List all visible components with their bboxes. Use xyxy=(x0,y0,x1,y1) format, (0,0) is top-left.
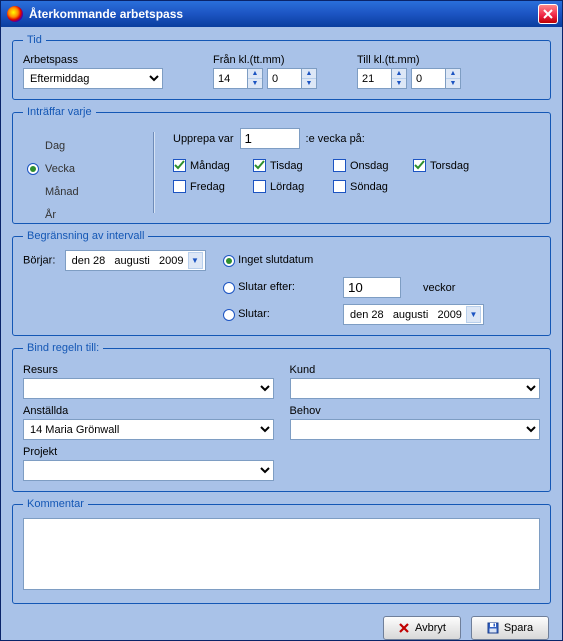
to-min-buttons[interactable]: ▲▼ xyxy=(445,68,461,89)
tab-manad[interactable]: Månad xyxy=(21,180,141,203)
label-end-on: Slutar: xyxy=(238,308,270,320)
radio-end-after[interactable] xyxy=(223,282,235,294)
client-area: Tid Arbetspass Eftermiddag Från kl.(tt.m… xyxy=(2,28,561,639)
window-title: Återkommande arbetspass xyxy=(29,7,538,21)
label-noend: Inget slutdatum xyxy=(238,254,313,266)
checkbox-thu[interactable] xyxy=(413,159,426,172)
legend-bind: Bind regeln till: xyxy=(23,342,103,354)
end-after-input[interactable] xyxy=(343,277,401,298)
label-end-after: Slutar efter: xyxy=(238,281,295,293)
vertical-separator xyxy=(153,132,154,213)
group-range: Begränsning av intervall Börjar: den 28 … xyxy=(12,230,551,336)
from-hour-buttons[interactable]: ▲▼ xyxy=(247,68,263,89)
label-sun: Söndag xyxy=(350,181,388,193)
from-min-spinner[interactable]: ▲▼ xyxy=(267,68,317,89)
label-arbetspass: Arbetspass xyxy=(23,54,193,66)
from-min-buttons[interactable]: ▲▼ xyxy=(301,68,317,89)
cancel-button[interactable]: Avbryt xyxy=(383,616,461,640)
tab-vecka[interactable]: Vecka xyxy=(21,157,141,180)
titlebar: Återkommande arbetspass xyxy=(1,1,562,27)
tab-ar[interactable]: År xyxy=(21,203,141,226)
checkbox-sun[interactable] xyxy=(333,180,346,193)
start-date-dropdown[interactable]: ▼ xyxy=(188,252,203,269)
label-sat: Lördag xyxy=(270,181,304,193)
select-behov[interactable] xyxy=(290,419,541,440)
cancel-icon xyxy=(398,622,410,634)
label-to: Till kl.(tt.mm) xyxy=(357,54,461,66)
label-behov: Behov xyxy=(290,405,541,417)
repeat-suffix: :e vecka på: xyxy=(306,133,365,145)
select-anstallda[interactable]: 14 Maria Grönwall xyxy=(23,419,274,440)
checkbox-sat[interactable] xyxy=(253,180,266,193)
save-label: Spara xyxy=(504,622,533,634)
select-kund[interactable] xyxy=(290,378,541,399)
label-projekt: Projekt xyxy=(23,446,274,458)
recur-week-panel: Upprepa var :e vecka på: Måndag Tisdag O… xyxy=(173,126,540,193)
group-tid: Tid Arbetspass Eftermiddag Från kl.(tt.m… xyxy=(12,34,551,100)
close-icon xyxy=(543,9,553,19)
repeat-prefix: Upprepa var xyxy=(173,133,234,145)
label-kund: Kund xyxy=(290,364,541,376)
to-min-spinner[interactable]: ▲▼ xyxy=(411,68,461,89)
close-button[interactable] xyxy=(538,4,558,24)
repeat-every-input[interactable] xyxy=(240,128,300,149)
label-anstallda: Anställda xyxy=(23,405,274,417)
legend-range: Begränsning av intervall xyxy=(23,230,148,242)
label-thu: Torsdag xyxy=(430,160,469,172)
label-mon: Måndag xyxy=(190,160,230,172)
group-comment: Kommentar xyxy=(12,498,551,604)
label-resurs: Resurs xyxy=(23,364,274,376)
dialog-window: Återkommande arbetspass Tid Arbetspass E… xyxy=(0,0,563,641)
to-hour-buttons[interactable]: ▲▼ xyxy=(391,68,407,89)
select-resurs[interactable] xyxy=(23,378,274,399)
app-icon xyxy=(7,6,23,22)
label-from: Från kl.(tt.mm) xyxy=(213,54,317,66)
end-date-dropdown[interactable]: ▼ xyxy=(466,306,481,323)
from-min-input[interactable] xyxy=(267,68,301,89)
radio-noend[interactable] xyxy=(223,255,235,267)
group-bind: Bind regeln till: Resurs Kund Anställda … xyxy=(12,342,551,492)
checkbox-wed[interactable] xyxy=(333,159,346,172)
from-hour-input[interactable] xyxy=(213,68,247,89)
comment-textarea[interactable] xyxy=(23,518,540,590)
tab-dag[interactable]: Dag xyxy=(21,134,141,157)
end-date-picker[interactable]: den 28 augusti 2009 ▼ xyxy=(343,304,484,325)
checkbox-tue[interactable] xyxy=(253,159,266,172)
label-end-after-unit: veckor xyxy=(423,282,540,294)
recur-period-tabs: Dag Vecka Månad År xyxy=(21,128,141,217)
checkbox-mon[interactable] xyxy=(173,159,186,172)
to-min-input[interactable] xyxy=(411,68,445,89)
label-wed: Onsdag xyxy=(350,160,389,172)
legend-recur: Inträffar varje xyxy=(23,106,96,118)
cancel-label: Avbryt xyxy=(415,622,446,634)
save-icon xyxy=(487,622,499,634)
from-hour-spinner[interactable]: ▲▼ xyxy=(213,68,263,89)
label-start: Börjar: xyxy=(23,255,55,267)
label-tue: Tisdag xyxy=(270,160,303,172)
label-fri: Fredag xyxy=(190,181,225,193)
legend-tid: Tid xyxy=(23,34,46,46)
start-date-picker[interactable]: den 28 augusti 2009 ▼ xyxy=(65,250,206,271)
group-recur: Inträffar varje Dag Vecka Månad År Uppre… xyxy=(12,106,551,224)
button-row: Avbryt Spara xyxy=(12,610,551,640)
legend-comment: Kommentar xyxy=(23,498,88,510)
to-hour-spinner[interactable]: ▲▼ xyxy=(357,68,407,89)
start-date-value: den 28 augusti 2009 xyxy=(72,255,184,267)
save-button[interactable]: Spara xyxy=(471,616,549,640)
end-date-value: den 28 augusti 2009 xyxy=(350,309,462,321)
select-arbetspass[interactable]: Eftermiddag xyxy=(23,68,163,89)
checkbox-fri[interactable] xyxy=(173,180,186,193)
select-projekt[interactable] xyxy=(23,460,274,481)
weekday-grid: Måndag Tisdag Onsdag Torsdag Fredag Lörd… xyxy=(173,159,540,193)
to-hour-input[interactable] xyxy=(357,68,391,89)
radio-end-on[interactable] xyxy=(223,309,235,321)
